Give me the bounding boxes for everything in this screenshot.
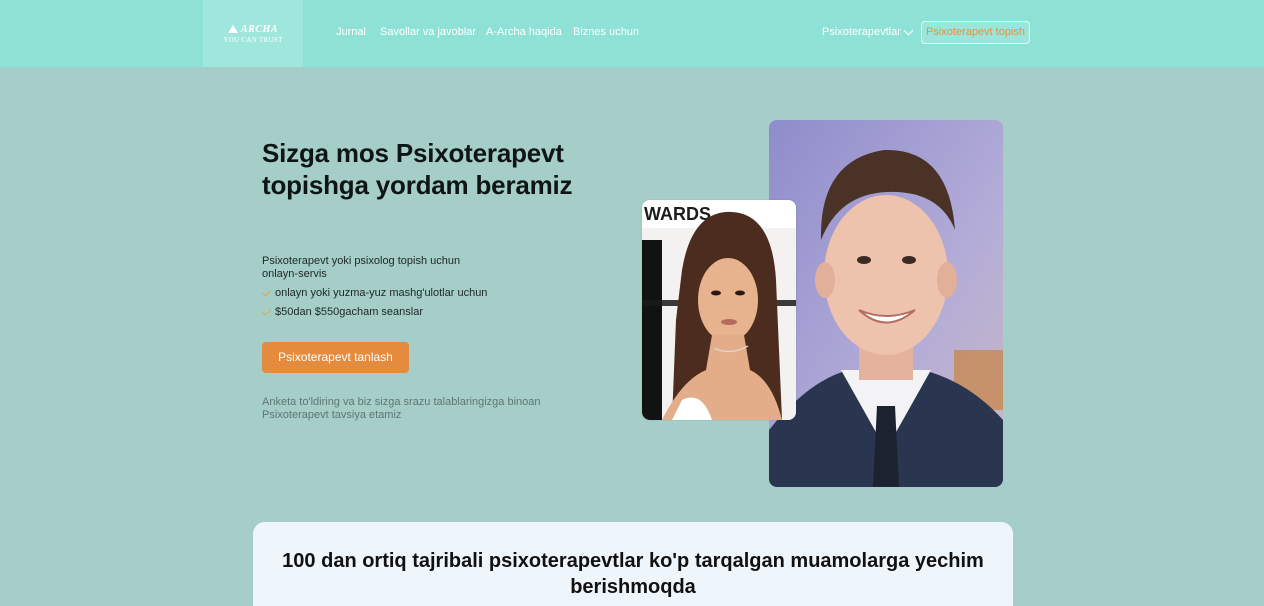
chevron-down-icon <box>903 25 914 36</box>
check-icon <box>262 289 271 298</box>
backdrop-text: WARDS <box>644 204 711 224</box>
nav-link-savollar[interactable]: Savollar va javoblar <box>380 26 476 38</box>
site-header: ARCHA YOU CAN TRUST Jurnal Savollar va j… <box>0 0 1264 67</box>
psixoterapevtlar-dropdown[interactable]: Psixoterapevtlar <box>822 25 914 38</box>
choose-therapist-button[interactable]: Psixoterapevt tanlash <box>262 342 409 373</box>
hero-title: Sizga mos Psixoterapevt topishga yordam … <box>262 138 573 200</box>
logo[interactable]: ARCHA YOU CAN TRUST <box>203 0 303 67</box>
dropdown-label: Psixoterapevtlar <box>822 26 901 38</box>
nav-link-biznes[interactable]: Biznes uchun <box>573 26 639 38</box>
nav-link-jurnal[interactable]: Jurnal <box>336 26 366 38</box>
feature-text: $50dan $550gacham seanslar <box>275 306 424 318</box>
find-therapist-button[interactable]: Psixoterapevt topish <box>921 21 1030 44</box>
logo-brand-text: ARCHA <box>241 23 278 35</box>
check-icon <box>262 308 271 317</box>
stats-card-title: 100 dan ortiq tajribali psixoterapevtlar… <box>282 550 984 598</box>
hero-note: Anketa to'ldiring va biz sizga srazu tal… <box>262 396 541 421</box>
therapist-photo-small: WARDS <box>642 200 796 420</box>
feature-item: onlayn yoki yuzma-yuz mashg'ulotlar uchu… <box>262 287 487 299</box>
stats-card: 100 dan ortiq tajribali psixoterapevtlar… <box>253 522 1013 606</box>
feature-item: $50dan $550gacham seanslar <box>262 306 423 318</box>
portrait-man-image <box>769 120 1003 487</box>
logo-brand: ARCHA <box>228 24 278 35</box>
feature-text: onlayn yoki yuzma-yuz mashg'ulotlar uchu… <box>275 287 488 299</box>
portrait-woman-image: WARDS <box>642 200 796 420</box>
logo-tagline: YOU CAN TRUST <box>223 35 283 44</box>
nav-link-archa[interactable]: A-Archa haqida <box>486 26 562 38</box>
hero-description: Psixoterapevt yoki psixolog topish uchun… <box>262 255 461 280</box>
logo-triangle-icon <box>228 25 239 33</box>
therapist-photo-large <box>769 120 1003 487</box>
